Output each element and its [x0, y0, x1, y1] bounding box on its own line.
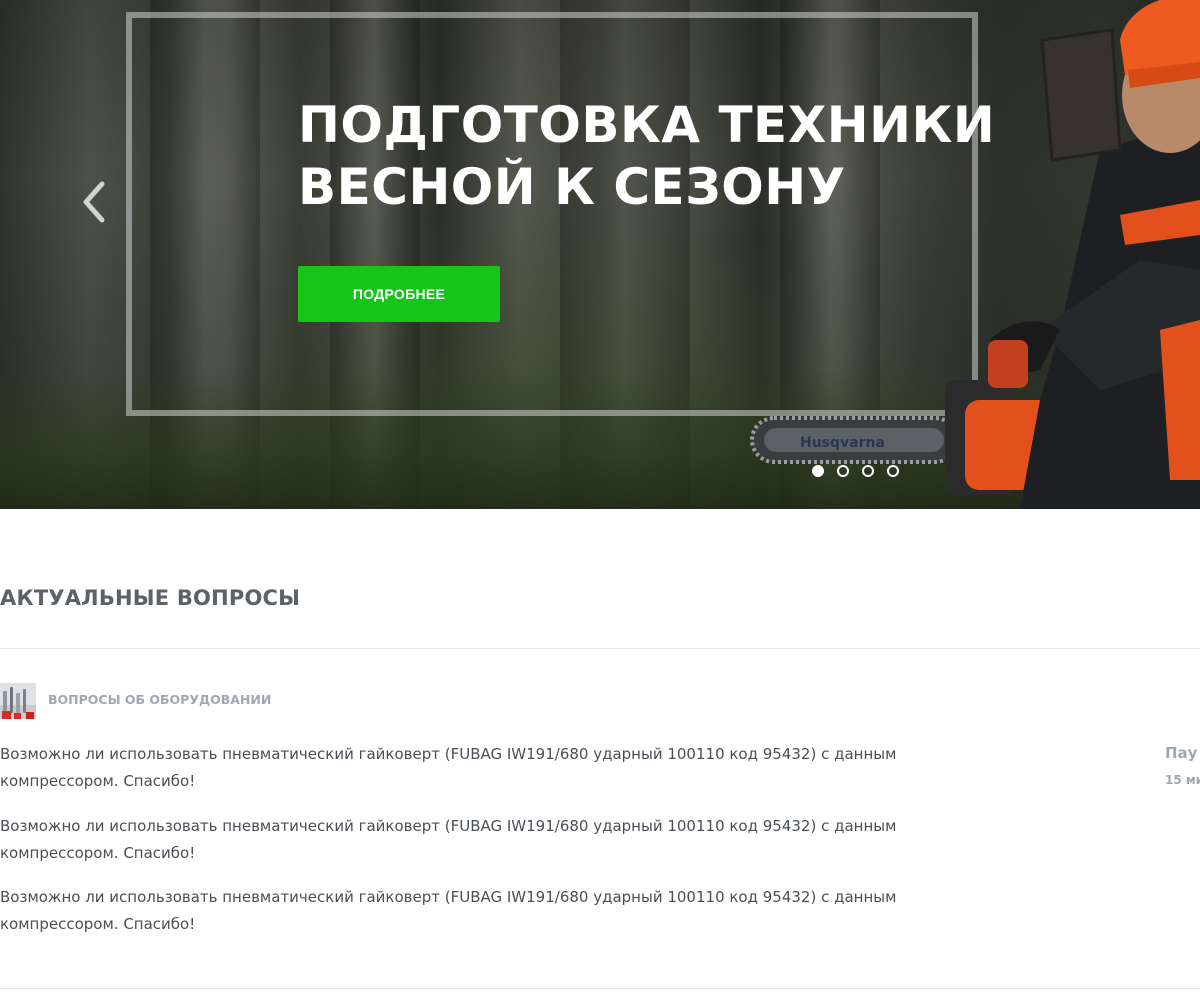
slider-prev-arrow[interactable]: [74, 178, 114, 226]
author-name[interactable]: Пау: [1165, 744, 1197, 762]
section-divider: [0, 648, 1200, 649]
tools-thumbnail-icon: [0, 683, 36, 719]
category-thumbnail[interactable]: [0, 683, 36, 719]
section-title: АКТУАЛЬНЫЕ ВОПРОСЫ: [0, 586, 301, 610]
question-item[interactable]: Возможно ли использовать пневматический …: [0, 884, 960, 938]
question-item[interactable]: Возможно ли использовать пневматический …: [0, 741, 960, 795]
question-item[interactable]: Возможно ли использовать пневматический …: [0, 813, 960, 867]
hero-title-line1: ПОДГОТОВКА ТЕХНИКИ: [298, 96, 996, 154]
chainsaw-brand: Husqvarna: [800, 435, 885, 451]
lumberjack-illustration: Husqvarna: [750, 0, 1200, 509]
category-link[interactable]: ВОПРОСЫ ОБ ОБОРУДОВАНИИ: [48, 692, 271, 707]
hero-title-line2: ВЕСНОЙ К СЕЗОНУ: [298, 158, 846, 216]
hero-title: ПОДГОТОВКА ТЕХНИКИ ВЕСНОЙ К СЕЗОНУ: [298, 94, 998, 218]
bottom-divider: [0, 988, 1200, 989]
slider-dot-4[interactable]: [887, 465, 899, 477]
more-button[interactable]: ПОДРОБНЕЕ: [298, 266, 500, 322]
chevron-left-icon: [83, 181, 105, 223]
slider-dot-3[interactable]: [862, 465, 874, 477]
slider-dot-2[interactable]: [837, 465, 849, 477]
hero-slider: Husqvarna ПОДГОТОВКА ТЕХНИКИ ВЕСНОЙ К СЕ…: [0, 0, 1200, 509]
slider-pagination: [812, 465, 899, 477]
slider-dot-1[interactable]: [812, 465, 824, 477]
post-time: 15 ми: [1165, 773, 1200, 787]
